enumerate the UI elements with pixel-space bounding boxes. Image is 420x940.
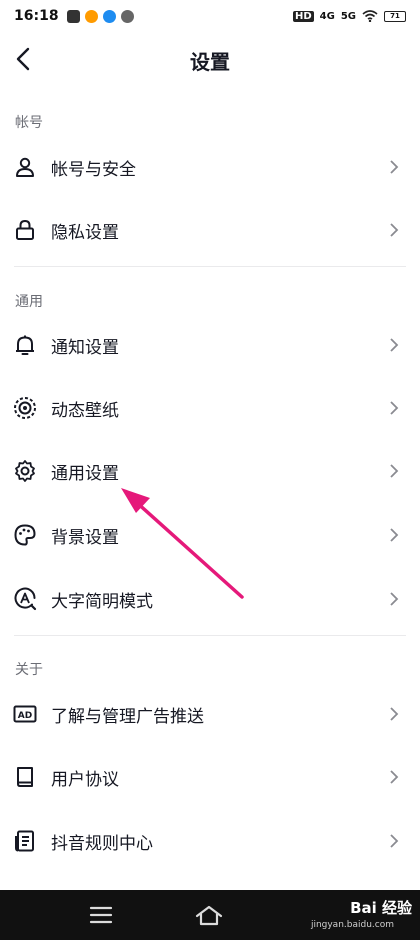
gear-icon: [13, 459, 37, 483]
settings-item-ad-management[interactable]: AD 了解与管理广告推送: [0, 686, 420, 742]
settings-item-user-agreement[interactable]: 用户协议: [0, 749, 420, 805]
large-font-icon: [13, 587, 37, 611]
item-label: 用户协议: [51, 769, 119, 790]
chevron-right-icon: [390, 464, 399, 478]
chevron-right-icon: [390, 770, 399, 784]
nav-bar: 设置: [0, 36, 420, 82]
chevron-right-icon: [390, 160, 399, 174]
compass-icon: [120, 9, 134, 23]
weibo-icon: [84, 9, 98, 23]
settings-item-rules-center[interactable]: 抖音规则中心: [0, 813, 420, 869]
section-header-about: 关于: [15, 662, 43, 678]
book-icon: [13, 765, 37, 789]
settings-item-privacy[interactable]: 隐私设置: [0, 202, 420, 258]
item-label: 帐号与安全: [51, 159, 136, 180]
chevron-right-icon: [390, 401, 399, 415]
settings-item-general-settings[interactable]: 通用设置: [0, 443, 420, 499]
chevron-right-icon: [390, 338, 399, 352]
settings-item-large-font-mode[interactable]: 大字简明模式: [0, 571, 420, 627]
live-wallpaper-icon: [13, 396, 37, 420]
menu-icon[interactable]: [88, 904, 114, 926]
section-divider: [14, 266, 406, 267]
item-label: 通用设置: [51, 463, 119, 484]
settings-item-notifications[interactable]: 通知设置: [0, 317, 420, 373]
chevron-right-icon: [390, 528, 399, 542]
app-notification-icon: [66, 9, 80, 23]
page-title: 设置: [190, 50, 230, 74]
battery-indicator: 71: [384, 10, 406, 22]
chevron-right-icon: [390, 707, 399, 721]
item-label: 了解与管理广告推送: [51, 706, 204, 727]
settings-item-live-wallpaper[interactable]: 动态壁纸: [0, 380, 420, 436]
item-label: 大字简明模式: [51, 591, 153, 612]
item-label: 隐私设置: [51, 222, 119, 243]
item-label: 通知设置: [51, 337, 119, 358]
status-time: 16:18: [14, 8, 59, 24]
status-indicators: HD 4G 5G 71: [292, 10, 406, 22]
item-label: 背景设置: [51, 527, 119, 548]
watermark-url: jingyan.baidu.com: [310, 920, 394, 930]
home-icon[interactable]: [194, 902, 224, 928]
section-divider: [14, 635, 406, 636]
ad-icon: AD: [13, 702, 37, 726]
chevron-right-icon: [390, 223, 399, 237]
status-bar: 16:18 HD 4G 5G 71: [0, 0, 420, 32]
settings-item-background[interactable]: 背景设置: [0, 507, 420, 563]
chevron-right-icon: [390, 592, 399, 606]
svg-text:AD: AD: [18, 711, 32, 721]
item-label: 抖音规则中心: [51, 833, 153, 854]
palette-icon: [13, 523, 37, 547]
network-4g: 4G: [319, 10, 335, 22]
lock-icon: [13, 218, 37, 242]
hd-indicator: HD: [292, 10, 314, 22]
settings-item-account-security[interactable]: 帐号与安全: [0, 139, 420, 195]
bell-icon: [13, 333, 37, 357]
wifi-icon: [362, 10, 378, 22]
network-5g: 5G: [340, 10, 356, 22]
chevron-right-icon: [390, 834, 399, 848]
browser-icon: [102, 9, 116, 23]
section-header-general: 通用: [15, 294, 43, 310]
item-label: 动态壁纸: [51, 400, 119, 421]
baidu-watermark: Bai 经验: [350, 899, 412, 917]
section-header-account: 帐号: [15, 115, 43, 131]
status-app-icons: [66, 9, 134, 23]
user-icon: [13, 155, 37, 179]
system-nav-bar: Bai 经验 jingyan.baidu.com: [0, 890, 420, 940]
document-icon: [13, 829, 37, 853]
